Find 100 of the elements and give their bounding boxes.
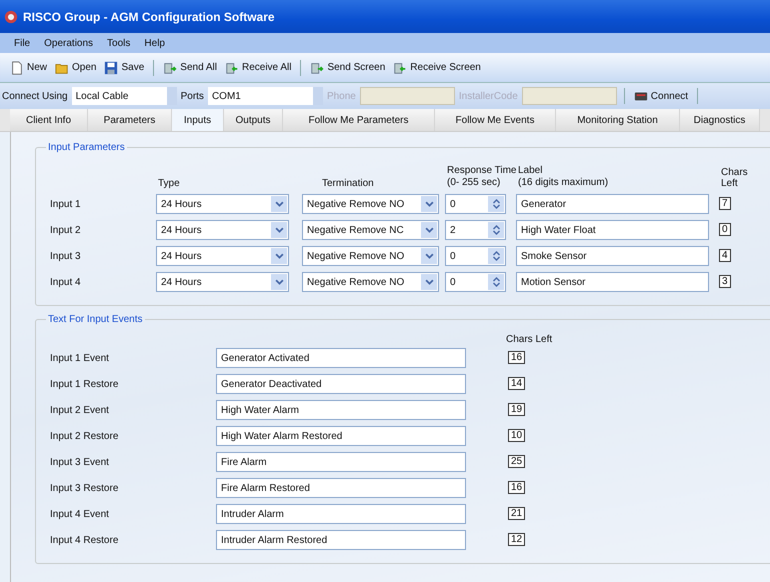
event-text-field[interactable]: Intruder Alarm [216, 504, 466, 524]
response-time-spinner[interactable]: 0 [445, 194, 506, 214]
chevron-down-icon [274, 226, 284, 234]
ports-dropdown[interactable]: COM1 [208, 87, 323, 105]
column-header: Termination [321, 178, 375, 189]
event-name: Input 1 Restore [50, 378, 120, 390]
event-name: Input 2 Restore [50, 430, 120, 442]
chevron-down-icon [424, 200, 434, 208]
group-title: Text For Input Events [47, 314, 144, 325]
tab[interactable]: Diagnostics [680, 109, 760, 131]
chars-left-count: 4 [719, 249, 731, 262]
event-text-field[interactable]: Intruder Alarm Restored [216, 530, 466, 550]
event-name: Input 4 Event [50, 508, 110, 520]
chars-left-count: 19 [508, 403, 526, 416]
connection-dropdown[interactable]: Local Cable [72, 87, 177, 105]
chevron-down-icon [274, 252, 284, 260]
column-header: Response Time [447, 165, 518, 177]
event-name: Input 4 Restore [50, 534, 120, 546]
toolbar-button[interactable]: Receive Screen [391, 60, 483, 74]
chars-left-count: 12 [508, 533, 526, 546]
event-text-field[interactable]: Fire Alarm [216, 452, 466, 472]
device-arrow-icon [310, 60, 324, 74]
event-name: Input 2 Event [50, 404, 110, 416]
phone-field[interactable] [360, 87, 455, 105]
chars-left-count: 3 [719, 275, 731, 288]
device-arrow-icon [393, 60, 408, 74]
menu-item[interactable]: Help [138, 38, 173, 48]
tab[interactable]: Follow Me Parameters [283, 109, 435, 131]
column-hint: (16 digits maximum) [518, 177, 610, 189]
device-arrow-icon [224, 60, 239, 74]
window-title: RISCO Group - AGM Configuration Software [23, 10, 275, 24]
toolbar-button[interactable]: Send Screen [308, 60, 388, 74]
input-name: Input 3 [50, 250, 82, 262]
connect-using-label: Connect Using [2, 90, 68, 102]
termination-dropdown[interactable]: Negative Remove NC [302, 220, 439, 240]
up-down-arrows-icon [492, 224, 500, 236]
group-title: Input Parameters [47, 142, 126, 153]
type-dropdown[interactable]: 24 Hours [156, 246, 289, 266]
column-header: Label [518, 165, 544, 177]
column-header: Chars Left [506, 334, 554, 345]
column-header: Type [157, 178, 181, 189]
column-hint: (0- 255 sec) [447, 177, 502, 189]
tab[interactable]: Follow Me Events [435, 109, 556, 131]
type-dropdown[interactable]: 24 Hours [156, 220, 289, 240]
termination-dropdown[interactable]: Negative Remove NO [302, 246, 439, 266]
label-field[interactable]: Smoke Sensor [516, 246, 709, 266]
type-dropdown[interactable]: 24 Hours [156, 194, 289, 214]
tab[interactable]: Inputs [172, 109, 224, 131]
menu-item[interactable]: Operations [38, 38, 102, 48]
response-time-spinner[interactable]: 0 [445, 246, 506, 266]
menu-item[interactable]: File [8, 38, 38, 48]
toolbar-button[interactable]: Receive All [222, 60, 294, 74]
type-dropdown[interactable]: 24 Hours [156, 272, 289, 292]
toolbar-button[interactable]: Send All [161, 60, 219, 74]
chars-left-count: 0 [719, 223, 731, 236]
up-down-arrows-icon [492, 276, 500, 288]
tab[interactable]: Parameters [88, 109, 172, 131]
chars-left-count: 16 [508, 481, 526, 494]
label-field[interactable]: Generator [516, 194, 709, 214]
event-text-field[interactable]: High Water Alarm [216, 400, 466, 420]
toolbar-button[interactable]: Save [102, 60, 146, 74]
toolbar-button[interactable]: Open [53, 60, 98, 74]
chars-left-count: 14 [508, 377, 526, 390]
event-text-field[interactable]: Generator Deactivated [216, 374, 466, 394]
app-icon [4, 10, 18, 24]
input-name: Input 2 [50, 224, 82, 236]
menu-item[interactable]: Tools [101, 38, 138, 48]
chevron-down-icon [274, 200, 284, 208]
response-time-spinner[interactable]: 2 [445, 220, 506, 240]
termination-dropdown[interactable]: Negative Remove NO [302, 272, 439, 292]
chevron-down-icon [424, 226, 434, 234]
chars-left-count: 7 [719, 197, 731, 210]
event-name: Input 1 Event [50, 352, 110, 364]
column-header: Chars Left [721, 167, 749, 189]
chars-left-count: 21 [508, 507, 526, 520]
event-text-field[interactable]: Generator Activated [216, 348, 466, 368]
chars-left-count: 25 [508, 455, 526, 468]
event-name: Input 3 Event [50, 456, 110, 468]
tab[interactable]: Outputs [224, 109, 283, 131]
label-field[interactable]: High Water Float [516, 220, 709, 240]
label-field[interactable]: Motion Sensor [516, 272, 709, 292]
termination-dropdown[interactable]: Negative Remove NO [302, 194, 439, 214]
chars-left-count: 16 [508, 351, 526, 364]
document-icon [10, 60, 24, 74]
phone-label: Phone [326, 90, 356, 102]
response-time-spinner[interactable]: 0 [445, 272, 506, 292]
connect-button[interactable]: Connect [632, 89, 690, 103]
ports-label: Ports [180, 90, 204, 102]
installer-code-field[interactable] [522, 87, 617, 105]
input-name: Input 1 [50, 198, 82, 210]
chevron-down-icon [424, 278, 434, 286]
tab[interactable]: Client Info [10, 109, 88, 131]
chars-left-count: 10 [508, 429, 526, 442]
input-name: Input 4 [50, 276, 82, 288]
toolbar-button[interactable]: New [8, 60, 50, 74]
chevron-down-icon [274, 278, 284, 286]
tab[interactable]: Monitoring Station [556, 109, 680, 131]
installer-code-label: InstallerCode [458, 90, 518, 102]
event-text-field[interactable]: Fire Alarm Restored [216, 478, 466, 498]
event-text-field[interactable]: High Water Alarm Restored [216, 426, 466, 446]
